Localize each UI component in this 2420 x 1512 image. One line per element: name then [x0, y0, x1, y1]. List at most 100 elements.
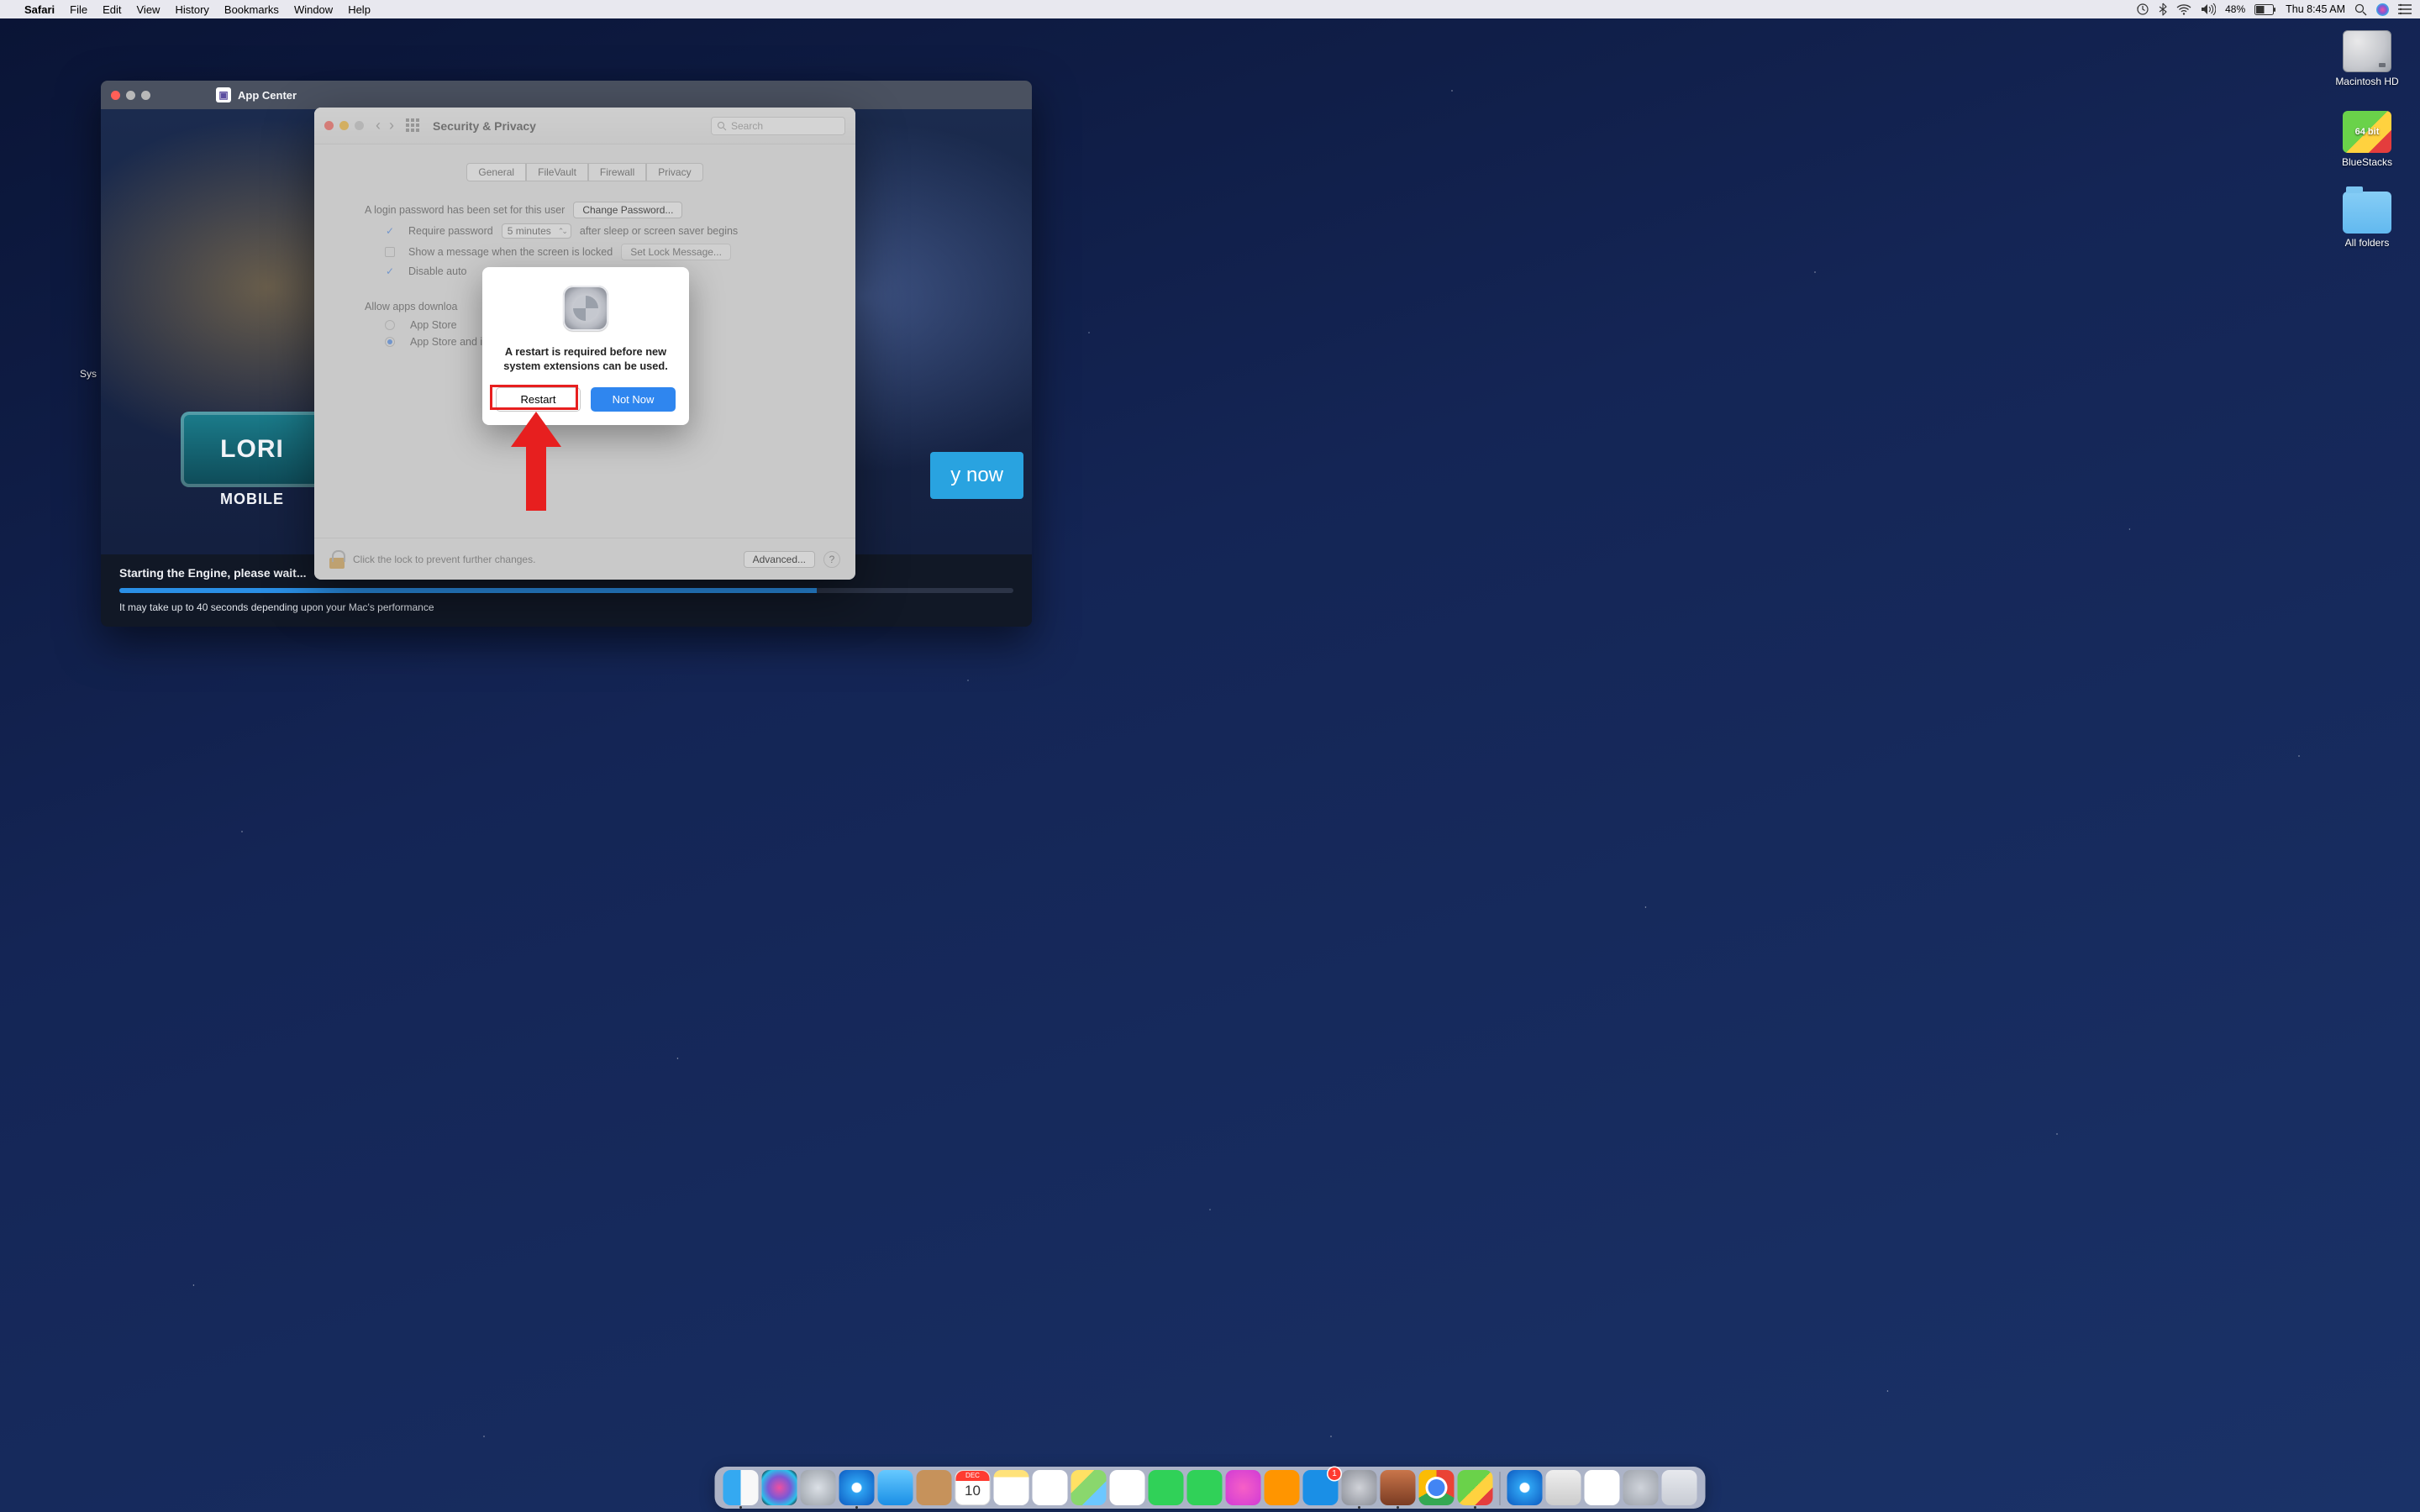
- sysprefs-footer: Click the lock to prevent further change…: [314, 538, 855, 580]
- volume-icon[interactable]: [2201, 3, 2216, 15]
- notification-center-icon[interactable]: [2398, 3, 2412, 15]
- menubar-window[interactable]: Window: [287, 3, 340, 16]
- clock[interactable]: Thu 8:45 AM: [2286, 3, 2345, 15]
- macintosh-hd-icon[interactable]: Macintosh HD: [2335, 30, 2398, 87]
- radio-icon[interactable]: [385, 320, 395, 330]
- dock-notes-icon[interactable]: [994, 1470, 1029, 1505]
- spotlight-icon[interactable]: [2354, 3, 2367, 16]
- dock-keychain-icon[interactable]: [1381, 1470, 1416, 1505]
- dock-recent-image-icon[interactable]: [1546, 1470, 1581, 1505]
- restart-button[interactable]: Restart: [496, 387, 581, 412]
- require-password-delay-select[interactable]: 5 minutes: [502, 223, 571, 239]
- search-icon: [717, 121, 727, 131]
- battery-percent[interactable]: 48%: [2225, 3, 2245, 15]
- all-folders-icon[interactable]: All folders: [2343, 192, 2391, 249]
- dock-bluestacks-icon[interactable]: [1458, 1470, 1493, 1505]
- close-icon[interactable]: [111, 91, 120, 100]
- show-all-prefs-icon[interactable]: [406, 118, 421, 134]
- login-password-label: A login password has been set for this u…: [365, 204, 565, 216]
- maximize-icon[interactable]: [141, 91, 150, 100]
- sysprefs-traffic-lights[interactable]: [324, 121, 364, 130]
- nav-back-forward[interactable]: ‹ ›: [376, 117, 394, 134]
- dock-calendar-icon[interactable]: DEC 10: [955, 1470, 991, 1505]
- siri-icon[interactable]: [2376, 3, 2389, 16]
- dock-chrome-icon[interactable]: [1419, 1470, 1455, 1505]
- dock-finder-icon[interactable]: [723, 1470, 759, 1505]
- dock-launchpad-icon[interactable]: [801, 1470, 836, 1505]
- dock-maps-icon[interactable]: [1071, 1470, 1107, 1505]
- dock-messages-icon[interactable]: [1149, 1470, 1184, 1505]
- checkbox-icon[interactable]: ✓: [385, 266, 395, 276]
- help-icon[interactable]: ?: [823, 551, 840, 568]
- advanced-button[interactable]: Advanced...: [744, 551, 815, 568]
- menubar-view[interactable]: View: [129, 3, 168, 16]
- menubar-bookmarks[interactable]: Bookmarks: [217, 3, 287, 16]
- dock-recent-safari-icon[interactable]: [1507, 1470, 1543, 1505]
- desktop-label-bluestacks: BlueStacks: [2342, 156, 2392, 168]
- checkbox-icon[interactable]: ✓: [385, 226, 395, 236]
- wifi-icon[interactable]: [2176, 4, 2191, 15]
- show-lock-message-label: Show a message when the screen is locked: [408, 246, 613, 258]
- bluetooth-icon[interactable]: [2159, 3, 2167, 16]
- dock-mail-icon[interactable]: [878, 1470, 913, 1505]
- menubar-edit[interactable]: Edit: [95, 3, 129, 16]
- dock-reminders-icon[interactable]: [1033, 1470, 1068, 1505]
- appcenter-title: App Center: [238, 89, 297, 102]
- checkbox-icon[interactable]: [385, 247, 395, 257]
- require-password-label: Require password: [408, 225, 493, 237]
- minimize-icon[interactable]: [339, 121, 349, 130]
- play-now-button[interactable]: y now: [930, 452, 1023, 499]
- forward-icon[interactable]: ›: [389, 117, 394, 134]
- sysprefs-title: Security & Privacy: [433, 119, 536, 133]
- not-now-button[interactable]: Not Now: [591, 387, 676, 412]
- timemachine-icon[interactable]: [2136, 3, 2149, 16]
- menubar-app[interactable]: Safari: [17, 3, 62, 16]
- battery-icon[interactable]: [2254, 4, 2276, 15]
- sysprefs-gear-icon: [563, 286, 608, 331]
- menubar-file[interactable]: File: [62, 3, 95, 16]
- desktop-label-hd: Macintosh HD: [2335, 76, 2398, 87]
- update-badge: 1: [1328, 1467, 1341, 1480]
- dock-photos-icon[interactable]: [1110, 1470, 1145, 1505]
- appcenter-traffic-lights[interactable]: [111, 91, 150, 100]
- close-icon[interactable]: [324, 121, 334, 130]
- sysprefs-tabs: General FileVault Firewall Privacy: [339, 163, 830, 181]
- lock-text: Click the lock to prevent further change…: [353, 554, 535, 565]
- dock-safari-icon[interactable]: [839, 1470, 875, 1505]
- dock-itunes-icon[interactable]: [1226, 1470, 1261, 1505]
- back-icon[interactable]: ‹: [376, 117, 381, 134]
- dock-ibooks-icon[interactable]: [1265, 1470, 1300, 1505]
- desktop-icons: Macintosh HD 64 bit BlueStacks All folde…: [2329, 30, 2405, 249]
- partially-hidden-desktop-label: Sys: [80, 368, 97, 380]
- bluestacks-desktop-icon[interactable]: 64 bit BlueStacks: [2342, 111, 2392, 168]
- menubar-history[interactable]: History: [167, 3, 216, 16]
- menubar-help[interactable]: Help: [340, 3, 378, 16]
- sysprefs-toolbar: ‹ › Security & Privacy Search: [314, 108, 855, 144]
- dock-appstore-icon[interactable]: 1: [1303, 1470, 1339, 1505]
- dock-separator: [1500, 1472, 1501, 1505]
- radio-icon[interactable]: [385, 337, 395, 347]
- dock-contacts-icon[interactable]: [917, 1470, 952, 1505]
- dock-siri-icon[interactable]: [762, 1470, 797, 1505]
- dock-sysprefs-icon[interactable]: [1342, 1470, 1377, 1505]
- sysprefs-search-input[interactable]: Search: [711, 117, 845, 135]
- dock-downloads-icon[interactable]: [1623, 1470, 1659, 1505]
- require-password-tail: after sleep or screen saver begins: [580, 225, 738, 237]
- maximize-icon[interactable]: [355, 121, 364, 130]
- dock-trash-icon[interactable]: [1662, 1470, 1697, 1505]
- engine-progress-bar: [119, 588, 1013, 593]
- status-subtext: It may take up to 40 seconds depending u…: [119, 601, 1013, 613]
- tab-filevault[interactable]: FileVault: [526, 163, 588, 181]
- dock-recent-bsapp-icon[interactable]: [1585, 1470, 1620, 1505]
- desktop-label-folders: All folders: [2345, 237, 2390, 249]
- tab-privacy[interactable]: Privacy: [646, 163, 702, 181]
- tab-firewall[interactable]: Firewall: [588, 163, 646, 181]
- tab-general[interactable]: General: [466, 163, 526, 181]
- set-lock-message-button[interactable]: Set Lock Message...: [621, 244, 731, 260]
- minimize-icon[interactable]: [126, 91, 135, 100]
- dock-facetime-icon[interactable]: [1187, 1470, 1223, 1505]
- lock-icon[interactable]: [329, 550, 345, 569]
- change-password-button[interactable]: Change Password...: [573, 202, 682, 218]
- appcenter-app-icon: ▣: [216, 87, 231, 102]
- allow-appstore-label: App Store: [410, 319, 457, 331]
